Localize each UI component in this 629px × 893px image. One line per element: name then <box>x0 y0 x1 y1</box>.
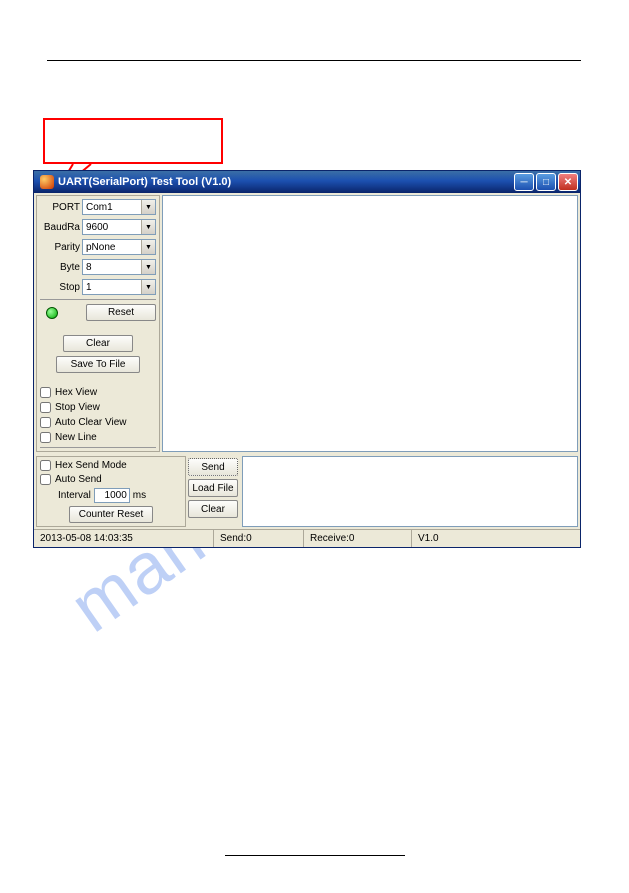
interval-input[interactable] <box>94 488 130 503</box>
interval-unit: ms <box>133 490 146 501</box>
close-button[interactable]: ✕ <box>558 173 578 191</box>
byte-select[interactable]: 8▼ <box>82 259 156 275</box>
status-timestamp: 2013-05-08 14:03:35 <box>34 530 214 547</box>
status-bar: 2013-05-08 14:03:35 Send:0 Receive:0 V1.… <box>34 529 580 547</box>
auto-clear-view-checkbox[interactable]: Auto Clear View <box>40 417 156 428</box>
chevron-down-icon: ▼ <box>141 280 155 294</box>
page-divider-top <box>47 60 581 61</box>
minimize-button[interactable]: ─ <box>514 173 534 191</box>
reset-button[interactable]: Reset <box>86 304 156 321</box>
send-textarea[interactable] <box>242 456 578 527</box>
app-window: UART(SerialPort) Test Tool (V1.0) ─ □ ✕ … <box>33 170 581 548</box>
chevron-down-icon: ▼ <box>141 200 155 214</box>
clear-button[interactable]: Clear <box>63 335 133 352</box>
interval-label: Interval <box>58 490 91 501</box>
titlebar[interactable]: UART(SerialPort) Test Tool (V1.0) ─ □ ✕ <box>34 171 580 193</box>
baud-select[interactable]: 9600▼ <box>82 219 156 235</box>
maximize-button[interactable]: □ <box>536 173 556 191</box>
hex-view-checkbox[interactable]: Hex View <box>40 387 156 398</box>
app-icon <box>40 175 54 189</box>
settings-sidebar: PORT Com1▼ BaudRa 9600▼ Parity pNone▼ By… <box>36 195 160 452</box>
new-line-checkbox[interactable]: New Line <box>40 432 156 443</box>
page-divider-bottom <box>225 855 405 856</box>
annotation-box-1 <box>43 118 223 164</box>
parity-select[interactable]: pNone▼ <box>82 239 156 255</box>
window-title: UART(SerialPort) Test Tool (V1.0) <box>58 176 514 188</box>
baud-label: BaudRa <box>40 222 80 233</box>
port-label: PORT <box>40 202 80 213</box>
counter-reset-button[interactable]: Counter Reset <box>69 506 153 523</box>
status-receive-count: Receive:0 <box>304 530 412 547</box>
stop-label: Stop <box>40 282 80 293</box>
parity-label: Parity <box>40 242 80 253</box>
chevron-down-icon: ▼ <box>141 240 155 254</box>
status-version: V1.0 <box>412 530 580 547</box>
hex-send-mode-checkbox[interactable]: Hex Send Mode <box>40 460 182 471</box>
status-send-count: Send:0 <box>214 530 304 547</box>
status-led-icon <box>46 307 58 319</box>
stop-select[interactable]: 1▼ <box>82 279 156 295</box>
save-to-file-button[interactable]: Save To File <box>56 356 140 373</box>
load-file-button[interactable]: Load File <box>188 479 238 497</box>
stop-view-checkbox[interactable]: Stop View <box>40 402 156 413</box>
auto-send-checkbox[interactable]: Auto Send <box>40 474 182 485</box>
port-select[interactable]: Com1▼ <box>82 199 156 215</box>
send-clear-button[interactable]: Clear <box>188 500 238 518</box>
receive-textarea[interactable] <box>162 195 578 452</box>
chevron-down-icon: ▼ <box>141 220 155 234</box>
send-settings-panel: Hex Send Mode Auto Send Interval ms Coun… <box>36 456 186 527</box>
send-button-column: Send Load File Clear <box>188 456 240 527</box>
chevron-down-icon: ▼ <box>141 260 155 274</box>
byte-label: Byte <box>40 262 80 273</box>
send-button[interactable]: Send <box>188 458 238 476</box>
